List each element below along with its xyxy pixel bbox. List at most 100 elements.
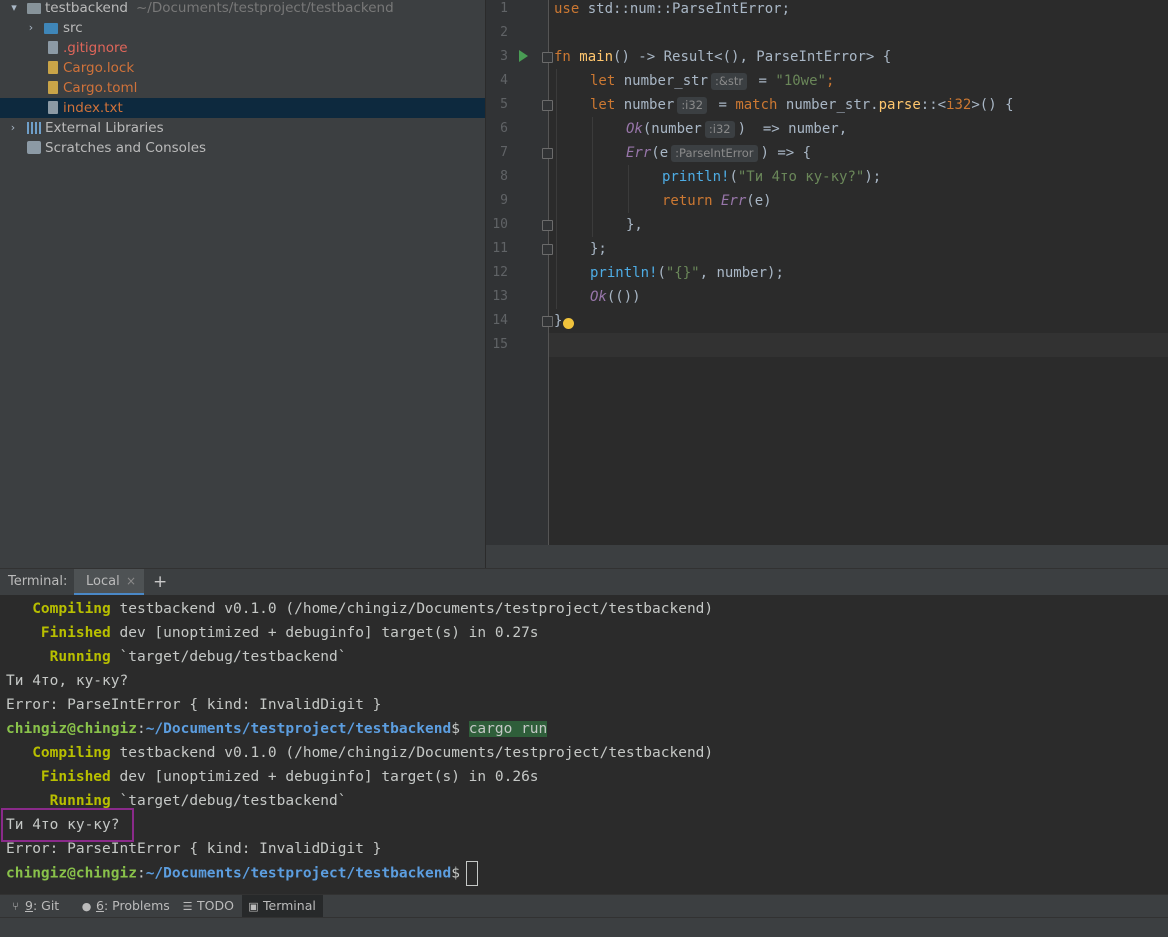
- type-hint: :i32: [677, 97, 708, 114]
- fold-marker[interactable]: [542, 52, 553, 63]
- tree-root-testbackend[interactable]: ▾ testbackend ~/Documents/testproject/tes…: [0, 0, 485, 18]
- line-number: 3: [500, 49, 508, 64]
- code-token: }: [554, 313, 563, 329]
- code-token: Ok: [626, 121, 643, 137]
- line-number: 12: [492, 265, 508, 280]
- prompt-user: chingiz@chingiz: [6, 721, 137, 737]
- git-tool-button[interactable]: ⑂ 9: Git: [4, 895, 66, 917]
- code-line-8: println!("Ти 4то ку-ку?");: [662, 165, 881, 189]
- line-number: 7: [500, 145, 508, 160]
- todo-tool-button[interactable]: ☰ TODO: [176, 895, 241, 917]
- terminal-output[interactable]: Compiling testbackend v0.1.0 (/home/chin…: [0, 595, 1168, 894]
- fold-marker[interactable]: [542, 244, 553, 255]
- prompt-dollar: $: [451, 865, 460, 882]
- file-icon: [48, 61, 58, 74]
- tree-item-src[interactable]: › src: [0, 18, 485, 38]
- tree-item-label: .gitignore: [63, 40, 128, 56]
- type-hint: :&str: [711, 73, 748, 90]
- code-token: i32: [946, 97, 972, 113]
- fold-marker[interactable]: [542, 316, 553, 327]
- code-line-7: Err(e:ParseIntError) => {: [626, 141, 811, 165]
- code-line-10: },: [626, 213, 643, 237]
- code-token: , number);: [699, 265, 784, 281]
- tree-item-label: src: [63, 20, 83, 36]
- indent-guide: [592, 117, 593, 237]
- tree-item-index-txt[interactable]: index.txt: [0, 98, 485, 118]
- code-token: (: [657, 265, 666, 281]
- file-icon: [48, 101, 58, 114]
- terminal-tab-local[interactable]: Local ×: [74, 569, 144, 596]
- code-token: ::<: [920, 97, 947, 113]
- scratch-icon: [27, 141, 41, 154]
- chevron-down-icon[interactable]: ▾: [8, 0, 20, 18]
- code-token: let: [590, 73, 616, 89]
- terminal-text: `target/debug/testbackend`: [110, 793, 347, 809]
- tool-key: 6: [96, 898, 104, 913]
- run-icon[interactable]: [519, 50, 528, 62]
- tool-label: : Git: [32, 898, 60, 913]
- line-number: 10: [492, 217, 508, 232]
- chevron-right-icon[interactable]: ›: [7, 118, 19, 138]
- list-icon: ☰: [182, 900, 193, 913]
- tree-item-scratches[interactable]: Scratches and Consoles: [0, 138, 485, 158]
- type-hint: :i32: [704, 121, 735, 138]
- prompt-dollar: $: [451, 721, 469, 737]
- terminal-line: Error: ParseIntError { kind: InvalidDigi…: [6, 697, 382, 713]
- line-number: 4: [500, 73, 508, 88]
- terminal-icon: ▣: [248, 900, 259, 913]
- folder-icon: [27, 3, 41, 14]
- terminal-tool-button[interactable]: ▣ Terminal: [242, 895, 323, 917]
- folder-icon: [44, 23, 58, 34]
- code-token: (()): [606, 289, 641, 305]
- code-token: number: [615, 97, 675, 113]
- problems-icon: ●: [81, 900, 92, 913]
- tree-item-gitignore[interactable]: .gitignore: [0, 38, 485, 58]
- fold-marker[interactable]: [542, 148, 553, 159]
- plus-icon[interactable]: +: [153, 572, 167, 592]
- fold-marker[interactable]: [542, 100, 553, 111]
- cargo-status: Running: [49, 649, 111, 665]
- status-bar: [0, 917, 1168, 937]
- prompt-path: ~/Documents/testproject/testbackend: [145, 865, 452, 882]
- file-icon: [48, 81, 58, 94]
- prompt-sep: :: [136, 721, 146, 737]
- terminal-line: Finished dev [unoptimized + debuginfo] t…: [6, 621, 539, 645]
- libraries-icon: [27, 122, 41, 134]
- tree-item-label: Cargo.lock: [63, 60, 135, 76]
- code-token: println!: [662, 169, 730, 185]
- type-hint: :ParseIntError: [671, 145, 758, 162]
- code-token: "10we": [775, 73, 826, 89]
- cargo-status: Running: [49, 793, 111, 809]
- line-number: 1: [500, 1, 508, 16]
- tool-label: TODO: [197, 898, 234, 913]
- terminal-prompt-line: chingiz@chingiz:~/Documents/testproject/…: [6, 861, 478, 886]
- problems-tool-button[interactable]: ● 6: Problems: [75, 895, 177, 917]
- terminal-tab-label: Local: [86, 574, 120, 589]
- code-token: number_str: [615, 73, 709, 89]
- chevron-right-icon[interactable]: ›: [25, 18, 37, 38]
- code-editor[interactable]: 1 2 3 4 5 6 7 8 9 10 11 12 13 14 15 use …: [486, 0, 1168, 568]
- lightbulb-icon[interactable]: [563, 318, 574, 329]
- code-token: Err: [626, 145, 652, 161]
- code-token: =: [750, 73, 776, 89]
- tree-root-path: ~/Documents/testproject/testbackend: [135, 0, 394, 16]
- terminal-text: dev [unoptimized + debuginfo] target(s) …: [110, 625, 539, 641]
- code-token: );: [864, 169, 882, 185]
- tree-item-external-libraries[interactable]: › External Libraries: [0, 118, 485, 138]
- code-token: "{}": [665, 265, 700, 281]
- code-line-3: fn main() -> Result<(), ParseIntError> {: [554, 45, 891, 69]
- code-line-12: println!("{}", number);: [590, 261, 784, 285]
- indent-guide: [628, 165, 629, 213]
- fold-marker[interactable]: [542, 220, 553, 231]
- line-number: 6: [500, 121, 508, 136]
- terminal-text: `target/debug/testbackend`: [110, 649, 347, 665]
- tool-label: : Problems: [103, 898, 170, 913]
- close-icon[interactable]: ×: [126, 574, 136, 588]
- code-line-1: use std::num::ParseIntError;: [554, 0, 790, 21]
- terminal-cursor[interactable]: [465, 861, 478, 886]
- gutter-divider: [548, 0, 549, 545]
- terminal-line: Running `target/debug/testbackend`: [6, 645, 347, 669]
- tree-item-cargo-toml[interactable]: Cargo.toml: [0, 78, 485, 98]
- terminal-line: Finished dev [unoptimized + debuginfo] t…: [6, 765, 539, 789]
- tree-item-cargo-lock[interactable]: Cargo.lock: [0, 58, 485, 78]
